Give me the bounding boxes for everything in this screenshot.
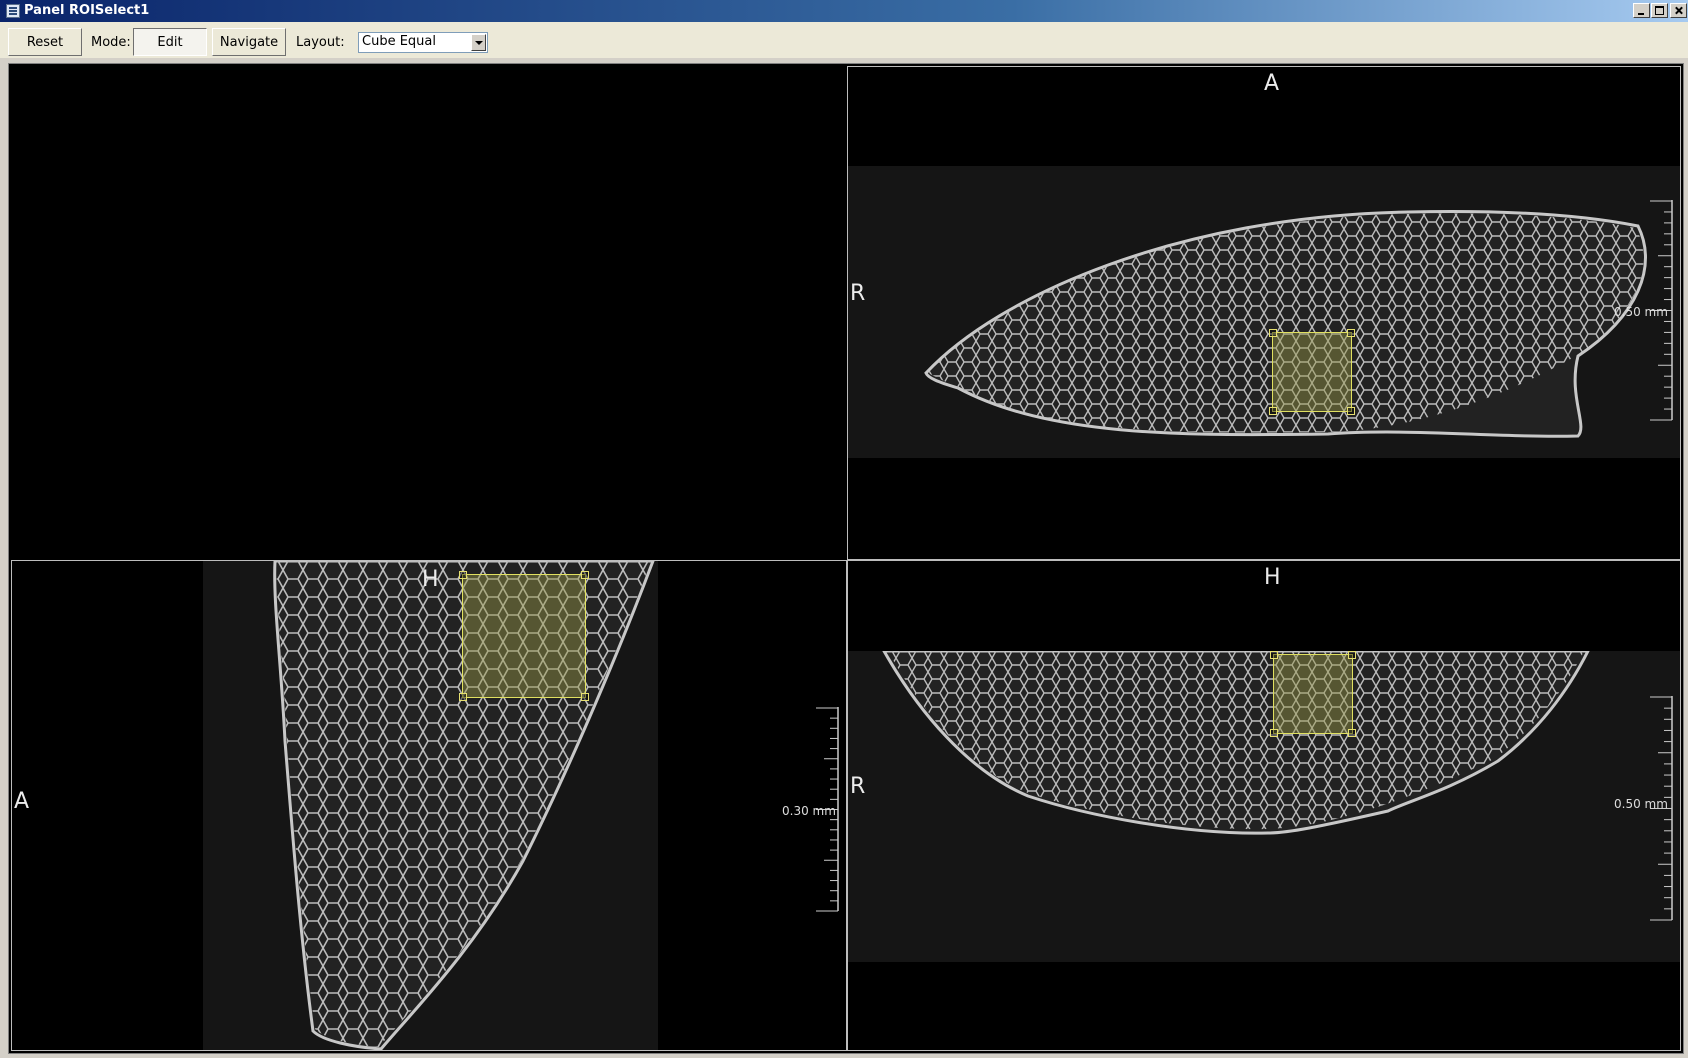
axial-view-pane[interactable]: A R 0.50 mm	[847, 66, 1681, 560]
viewport-area: A R 0.50 mm H A 0.30 mm H R 0.50 mm	[8, 63, 1684, 1054]
minimize-icon[interactable]	[1633, 3, 1650, 18]
roi-handle[interactable]	[1348, 651, 1356, 659]
maximize-icon[interactable]	[1651, 3, 1668, 18]
roi-handle[interactable]	[459, 693, 467, 701]
axial-left-orientation: R	[850, 281, 866, 306]
roi-handle[interactable]	[1347, 329, 1355, 337]
sagittal-roi-box[interactable]	[459, 571, 589, 701]
toolbar: Reset Mode: Edit Navigate Layout: Cube E…	[0, 22, 1688, 58]
coronal-slice-image[interactable]	[848, 649, 1680, 962]
coronal-left-orientation: R	[850, 774, 866, 799]
coronal-top-orientation: H	[1264, 565, 1281, 590]
sagittal-tissue-svg	[273, 561, 655, 1050]
title-bar: Panel ROISelect1	[0, 0, 1688, 22]
roi-handle[interactable]	[1269, 407, 1277, 415]
roi-handle[interactable]	[1269, 329, 1277, 337]
roi-handle[interactable]	[1347, 407, 1355, 415]
mode-label: Mode:	[91, 35, 131, 50]
roi-handle[interactable]	[1270, 651, 1278, 659]
sagittal-scale-label: 0.30 mm	[782, 804, 836, 818]
axial-scale-label: 0.50 mm	[1614, 305, 1668, 319]
coronal-view-pane[interactable]: H R 0.50 mm	[847, 560, 1681, 1051]
roi-handle[interactable]	[459, 571, 467, 579]
roi-handle[interactable]	[581, 693, 589, 701]
navigate-mode-button[interactable]: Navigate	[212, 28, 286, 56]
roi-handle[interactable]	[1348, 729, 1356, 737]
window-title: Panel ROISelect1	[24, 3, 150, 18]
sagittal-left-orientation: A	[14, 789, 30, 814]
axial-slice-image[interactable]	[848, 166, 1680, 458]
coronal-tissue-svg	[881, 649, 1591, 835]
app-window-icon[interactable]	[6, 4, 20, 18]
axial-tissue-svg	[924, 210, 1647, 438]
coronal-roi-box[interactable]	[1270, 651, 1356, 737]
roi-handle[interactable]	[1270, 729, 1278, 737]
coronal-scale-label: 0.50 mm	[1614, 797, 1668, 811]
chevron-down-icon[interactable]	[471, 34, 486, 51]
axial-roi-box[interactable]	[1269, 329, 1355, 415]
roi-handle[interactable]	[581, 571, 589, 579]
axial-top-orientation: A	[1264, 71, 1280, 96]
3d-view-pane[interactable]	[9, 64, 847, 560]
sagittal-view-pane[interactable]: H A 0.30 mm	[11, 560, 847, 1051]
layout-select[interactable]: Cube Equal	[358, 32, 488, 53]
sagittal-top-orientation: H	[422, 567, 439, 592]
sagittal-slice-image[interactable]	[203, 561, 658, 1050]
edit-mode-button[interactable]: Edit	[133, 28, 207, 56]
layout-label: Layout:	[296, 35, 345, 50]
layout-select-value: Cube Equal	[362, 34, 436, 49]
reset-button[interactable]: Reset	[8, 28, 82, 56]
close-icon[interactable]	[1670, 3, 1687, 18]
